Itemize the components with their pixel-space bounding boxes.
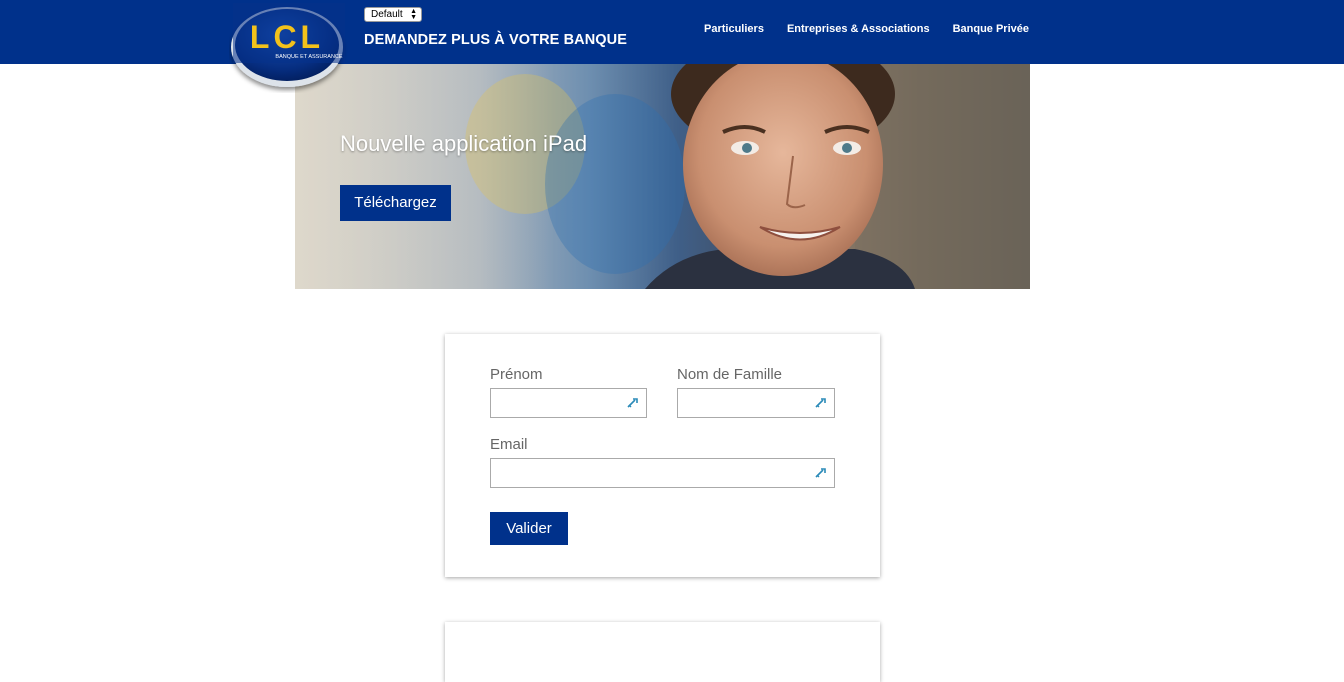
first-name-field[interactable]	[490, 388, 647, 418]
key-autofill-icon[interactable]	[814, 466, 828, 480]
first-name-input[interactable]	[491, 389, 646, 417]
logo-text: LCL	[250, 19, 324, 55]
lcl-logo-graphic: LCL BANQUE ET ASSURANCE	[231, 3, 345, 87]
nav-particuliers[interactable]: Particuliers	[704, 22, 764, 36]
hero-banner: Nouvelle application iPad Téléchargez	[295, 64, 1030, 289]
hero-title: Nouvelle application iPad	[340, 131, 588, 156]
email-input[interactable]	[491, 459, 834, 487]
lcl-logo[interactable]: LCL BANQUE ET ASSURANCE	[229, 3, 349, 93]
variant-select[interactable]: Default ▲ ▼	[364, 7, 422, 22]
tagline: DEMANDEZ PLUS À VOTRE BANQUE	[364, 32, 628, 48]
download-button[interactable]: Téléchargez	[340, 185, 451, 221]
variant-select-value: Default	[371, 9, 403, 20]
signup-form: Prénom Nom de Famille Email Valider	[445, 334, 880, 577]
select-arrows-icon: ▲ ▼	[410, 8, 417, 21]
email-label: Email	[490, 436, 528, 453]
header-bar: Default ▲ ▼ DEMANDEZ PLUS À VOTRE BANQUE …	[0, 0, 1344, 64]
secondary-card	[445, 622, 880, 682]
key-autofill-icon[interactable]	[626, 396, 640, 410]
nav-entreprises-associations[interactable]: Entreprises & Associations	[787, 22, 930, 36]
logo-subtext: BANQUE ET ASSURANCE	[275, 54, 342, 60]
main-nav: Particuliers Entreprises & Associations …	[704, 22, 1029, 36]
first-name-label: Prénom	[490, 366, 543, 383]
hero-photo	[295, 64, 1030, 289]
nav-banque-privee[interactable]: Banque Privée	[953, 22, 1029, 36]
last-name-field[interactable]	[677, 388, 835, 418]
key-autofill-icon[interactable]	[814, 396, 828, 410]
email-field[interactable]	[490, 458, 835, 488]
last-name-label: Nom de Famille	[677, 366, 783, 383]
submit-button[interactable]: Valider	[490, 512, 568, 545]
last-name-input[interactable]	[678, 389, 834, 417]
